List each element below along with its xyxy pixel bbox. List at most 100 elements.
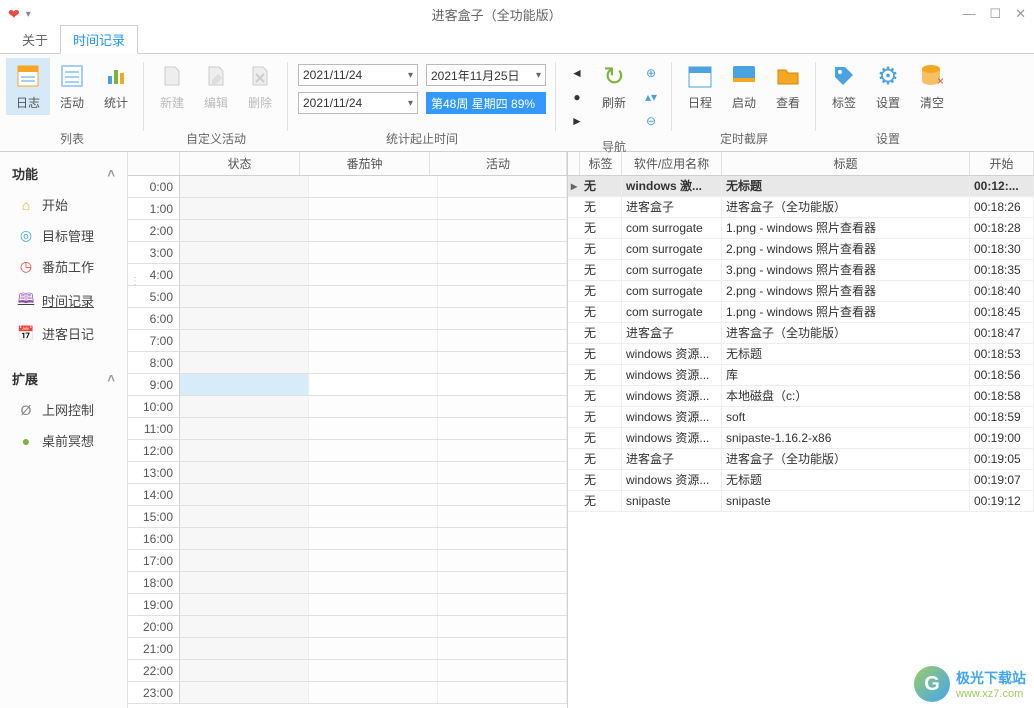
date-display-input[interactable]: 2021年11月25日▾ (426, 64, 546, 86)
time-row[interactable]: 5:00 (128, 286, 567, 308)
time-row[interactable]: 1:00 (128, 198, 567, 220)
col-status[interactable]: 状态 (180, 152, 300, 175)
cell-app: 进客盒子 (622, 449, 722, 470)
log-row[interactable]: 无windows 资源...无标题00:18:53 (568, 344, 1034, 365)
col-app[interactable]: 软件/应用名称 (622, 152, 722, 175)
cell-app: snipaste (622, 491, 722, 512)
time-row[interactable]: 9:00 (128, 374, 567, 396)
time-row[interactable]: 17:00 (128, 550, 567, 572)
time-row[interactable]: 11:00 (128, 418, 567, 440)
settings-button[interactable]: ⚙ 设置 (866, 58, 910, 115)
time-row[interactable]: 16:00 (128, 528, 567, 550)
log-icon (14, 62, 42, 90)
sidebar-item-home[interactable]: ⌂开始 (0, 189, 127, 220)
view-button[interactable]: 查看 (766, 58, 810, 115)
cell-title: 2.png - windows 照片查看器 (722, 239, 970, 260)
time-row[interactable]: 14:00 (128, 484, 567, 506)
log-row[interactable]: 无windows 资源...本地磁盘（c:）00:18:58 (568, 386, 1034, 407)
log-row[interactable]: 无com surrogate1.png - windows 照片查看器00:18… (568, 218, 1034, 239)
edit-icon (202, 62, 230, 90)
time-row[interactable]: 2:00 (128, 220, 567, 242)
time-row[interactable]: 10:00 (128, 396, 567, 418)
log-row[interactable]: 无snipastesnipaste00:19:12 (568, 491, 1034, 512)
log-row[interactable]: 无com surrogate2.png - windows 照片查看器00:18… (568, 239, 1034, 260)
time-row[interactable]: 15:00 (128, 506, 567, 528)
time-row[interactable]: 7:00 (128, 330, 567, 352)
sidebar-item-tomato[interactable]: ◷番茄工作 (0, 251, 127, 282)
date-to-input[interactable]: 2021/11/24▾ (298, 92, 418, 114)
folder-icon (774, 62, 802, 90)
time-label: 17:00 (128, 550, 180, 571)
log-row[interactable]: 无windows 资源...snipaste-1.16.2-x8600:19:0… (568, 428, 1034, 449)
sidebar-item-timelog[interactable]: 🕮时间记录 (0, 282, 127, 318)
time-row[interactable]: 22:00 (128, 660, 567, 682)
log-row[interactable]: 无进客盒子进客盒子（全功能版）00:18:47 (568, 323, 1034, 344)
tab-timelog[interactable]: 时间记录 (60, 25, 138, 54)
time-row[interactable]: 4:00 (128, 264, 567, 286)
chevron-down-icon: ▾ (536, 70, 541, 81)
log-row[interactable]: 无windows 资源...库00:18:56 (568, 365, 1034, 386)
time-row[interactable]: 21:00 (128, 638, 567, 660)
sidebar-item-target[interactable]: ◎目标管理 (0, 220, 127, 251)
drag-handle-icon[interactable]: ⋮ (130, 280, 139, 284)
col-title[interactable]: 标题 (722, 152, 970, 175)
col-pomodoro[interactable]: 番茄钟 (300, 152, 430, 175)
activity-button[interactable]: 活动 (50, 58, 94, 115)
time-row[interactable]: 13:00 (128, 462, 567, 484)
time-row[interactable]: 3:00 (128, 242, 567, 264)
collapse-button[interactable]: ▴▾ (640, 86, 662, 108)
refresh-button[interactable]: ↻ 刷新 (592, 58, 636, 115)
sidebar-item-net[interactable]: Ø上网控制 (0, 394, 127, 425)
zoom-out-button[interactable]: ⊖ (640, 110, 662, 132)
time-row[interactable]: 23:00 (128, 682, 567, 704)
minimize-button[interactable]: — (962, 6, 975, 22)
time-row[interactable]: 18:00 (128, 572, 567, 594)
row-marker-icon: ▸ (568, 179, 580, 193)
col-activity[interactable]: 活动 (430, 152, 567, 175)
cell-tag: 无 (580, 470, 622, 491)
nav-next-button[interactable]: ► (566, 110, 588, 132)
stats-button[interactable]: 统计 (94, 58, 138, 115)
time-row[interactable]: 0:00 (128, 176, 567, 198)
sidebar-item-meditate[interactable]: ●桌前冥想 (0, 425, 127, 456)
calendar-button[interactable]: 日程 (678, 58, 722, 115)
time-row[interactable]: 6:00 (128, 308, 567, 330)
sidebar-item-diary[interactable]: 📅进客日记 (0, 318, 127, 349)
log-row[interactable]: 无com surrogate3.png - windows 照片查看器00:18… (568, 260, 1034, 281)
tag-button[interactable]: 标签 (822, 58, 866, 115)
log-row[interactable]: 无com surrogate1.png - windows 照片查看器00:18… (568, 302, 1034, 323)
date-from-input[interactable]: 2021/11/24▾ (298, 64, 418, 86)
col-start[interactable]: 开始 (970, 152, 1034, 175)
tab-about[interactable]: 关于 (10, 26, 60, 53)
sidebar-item-label: 番茄工作 (42, 257, 94, 276)
week-display[interactable]: 第48周 星期四 89% (426, 92, 546, 114)
log-button[interactable]: 日志 (6, 58, 50, 115)
play-icon (730, 62, 758, 90)
sidebar-item-label: 时间记录 (42, 291, 94, 310)
clear-button[interactable]: × 清空 (910, 58, 954, 115)
log-row[interactable]: 无com surrogate2.png - windows 照片查看器00:18… (568, 281, 1034, 302)
log-row[interactable]: 无windows 资源...soft00:18:59 (568, 407, 1034, 428)
log-row[interactable]: 无进客盒子进客盒子（全功能版）00:18:26 (568, 197, 1034, 218)
time-row[interactable]: 12:00 (128, 440, 567, 462)
zoom-in-button[interactable]: ⊕ (640, 62, 662, 84)
nav-today-button[interactable]: ● (566, 86, 588, 108)
time-row[interactable]: 19:00 (128, 594, 567, 616)
cell-tag: 无 (580, 386, 622, 407)
sidebar-item-label: 桌前冥想 (42, 431, 94, 450)
maximize-button[interactable]: ☐ (989, 6, 1001, 22)
log-row[interactable]: ▸无windows 激...无标题00:12:... (568, 176, 1034, 197)
edit-button[interactable]: 编辑 (194, 58, 238, 115)
sidebar-header-func[interactable]: 功能 ˄ (0, 158, 127, 189)
time-row[interactable]: 20:00 (128, 616, 567, 638)
watermark: G 极光下载站 www.xz7.com (914, 666, 1026, 702)
nav-prev-button[interactable]: ◄ (566, 62, 588, 84)
close-button[interactable]: ✕ (1015, 6, 1026, 22)
start-button[interactable]: 启动 (722, 58, 766, 115)
new-button[interactable]: 新建 (150, 58, 194, 115)
sidebar-header-ext[interactable]: 扩展 ˄ (0, 363, 127, 394)
log-row[interactable]: 无windows 资源...无标题00:19:07 (568, 470, 1034, 491)
time-row[interactable]: 8:00 (128, 352, 567, 374)
log-row[interactable]: 无进客盒子进客盒子（全功能版）00:19:05 (568, 449, 1034, 470)
delete-button[interactable]: 删除 (238, 58, 282, 115)
